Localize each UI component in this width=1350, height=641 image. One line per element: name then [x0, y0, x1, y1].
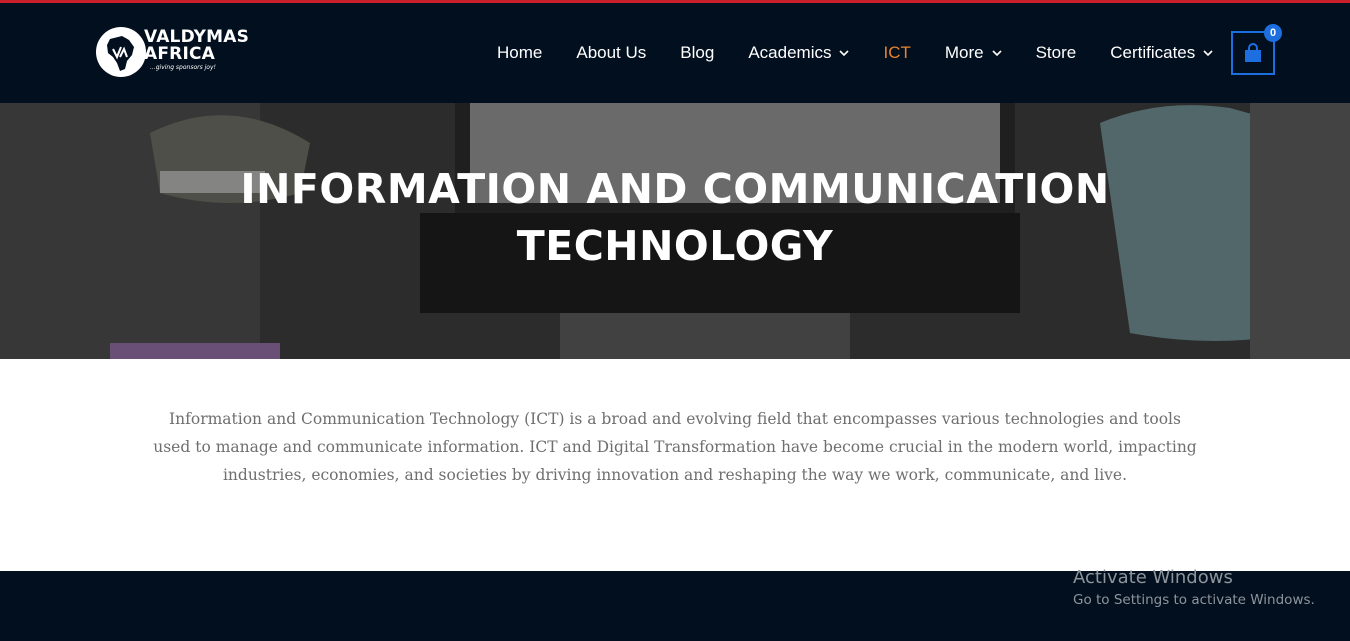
- windows-activation-watermark: Activate Windows Go to Settings to activ…: [1073, 566, 1315, 610]
- page-title: INFORMATION AND COMMUNICATION TECHNOLOGY: [0, 161, 1350, 275]
- logo-tagline: ...giving sponsors joy!: [150, 64, 216, 71]
- nav-item-more[interactable]: More: [945, 43, 1002, 63]
- nav-item-blog[interactable]: Blog: [680, 43, 714, 63]
- hero-banner: INFORMATION AND COMMUNICATION TECHNOLOGY: [0, 103, 1350, 359]
- logo-line-2: AFRICA: [144, 44, 216, 64]
- nav-item-label: Certificates: [1110, 43, 1196, 62]
- main-nav: Home About Us Blog Academics ICT More St…: [497, 3, 1213, 103]
- nav-item-academics[interactable]: Academics: [748, 43, 850, 63]
- page-title-line-1: INFORMATION AND COMMUNICATION: [240, 165, 1110, 213]
- activation-title: Activate Windows: [1073, 567, 1233, 588]
- intro-paragraph: Information and Communication Technology…: [153, 410, 1197, 484]
- nav-item-home[interactable]: Home: [497, 43, 542, 63]
- nav-item-certificates[interactable]: Certificates: [1110, 43, 1213, 63]
- nav-item-ict[interactable]: ICT: [883, 43, 910, 63]
- chevron-down-icon: [839, 50, 850, 57]
- chevron-down-icon: [1203, 50, 1213, 57]
- nav-item-label: Home: [497, 43, 543, 62]
- cart-count-badge: 0: [1264, 24, 1282, 42]
- nav-item-label: Academics: [748, 43, 832, 62]
- nav-item-store[interactable]: Store: [1036, 43, 1077, 63]
- nav-item-label: ICT: [883, 43, 911, 62]
- site-header: VALDYMAS AFRICA ...giving sponsors joy! …: [0, 3, 1350, 103]
- chevron-down-icon: [992, 50, 1002, 57]
- nav-item-about-us[interactable]: About Us: [576, 43, 646, 63]
- activation-subtitle: Go to Settings to activate Windows.: [1073, 592, 1315, 608]
- page-title-line-2: TECHNOLOGY: [516, 222, 834, 270]
- nav-item-label: Blog: [680, 43, 715, 62]
- logo-wordmark: VALDYMAS AFRICA ...giving sponsors joy!: [144, 29, 249, 72]
- cart-button[interactable]: 0: [1231, 24, 1282, 75]
- nav-item-label: Store: [1035, 43, 1077, 62]
- nav-item-label: About Us: [576, 43, 647, 62]
- nav-item-label: More: [944, 43, 984, 62]
- africa-logo-icon: [96, 27, 146, 77]
- shopping-bag-icon: [1245, 43, 1261, 62]
- site-logo[interactable]: VALDYMAS AFRICA ...giving sponsors joy!: [96, 27, 256, 79]
